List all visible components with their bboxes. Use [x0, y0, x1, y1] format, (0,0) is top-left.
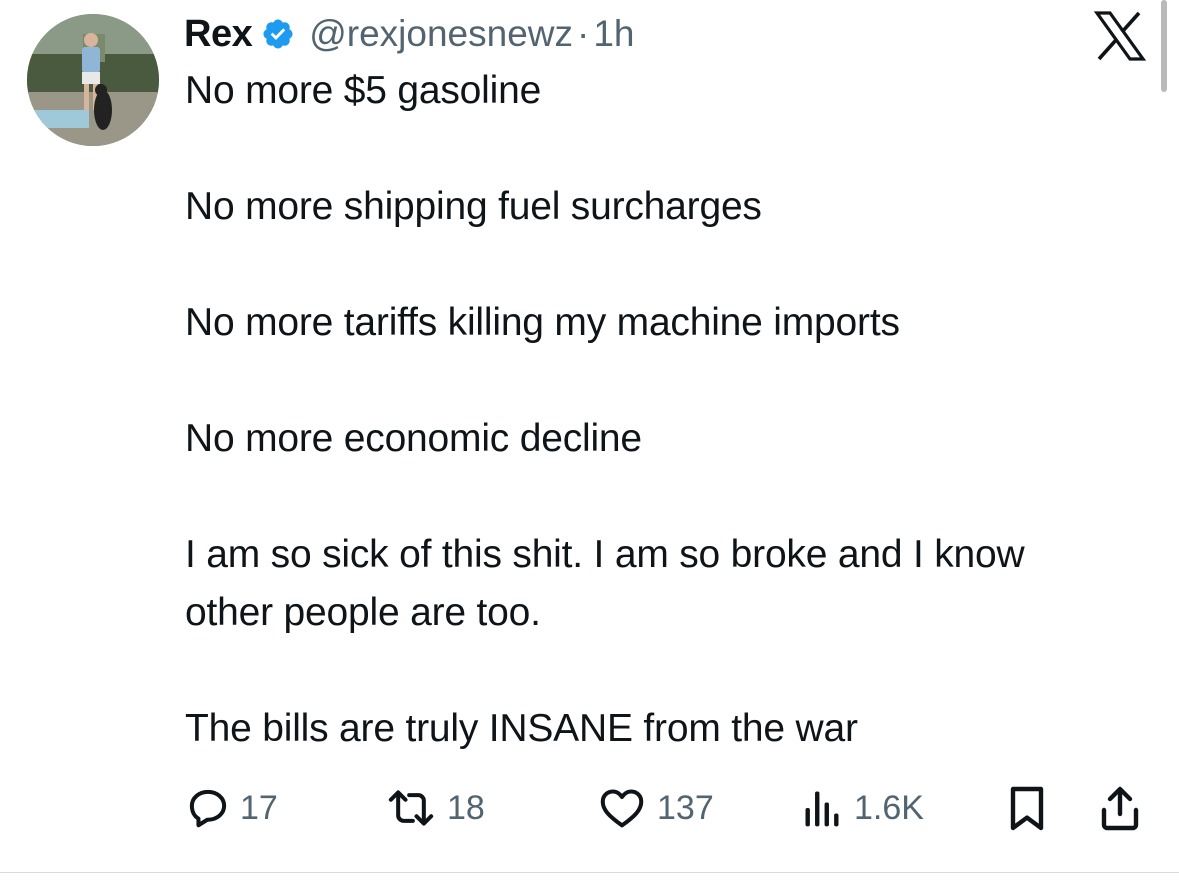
- tweet-header: Rex @rexjonesnewz · 1h: [184, 8, 635, 60]
- bookmark-icon: [1005, 784, 1049, 832]
- divider: [0, 872, 1179, 873]
- action-bar: 17 18 137 1.6K: [0, 778, 1179, 838]
- bar-chart-icon: [800, 786, 844, 830]
- views-count: 1.6K: [854, 788, 924, 827]
- author-handle[interactable]: @rexjonesnewz: [309, 13, 573, 55]
- views-button[interactable]: 1.6K: [800, 778, 924, 838]
- like-button[interactable]: 137: [597, 778, 714, 838]
- x-logo-icon[interactable]: [1093, 11, 1147, 66]
- tweet-text: No more $5 gasoline No more shipping fue…: [185, 62, 1125, 758]
- reply-count: 17: [240, 788, 278, 827]
- scrollbar[interactable]: [1161, 0, 1167, 92]
- tweet-line: No more tariffs killing my machine impor…: [185, 301, 900, 344]
- timestamp[interactable]: 1h: [593, 13, 634, 55]
- avatar[interactable]: [27, 14, 159, 146]
- reply-button[interactable]: 17: [186, 778, 278, 838]
- repost-button[interactable]: 18: [385, 778, 485, 838]
- like-count: 137: [657, 788, 714, 827]
- tweet-line: No more economic decline: [185, 417, 642, 460]
- verified-badge-icon: [261, 17, 295, 51]
- separator-dot: ·: [577, 13, 590, 54]
- tweet-line: I am so sick of this shit. I am so broke…: [185, 533, 1025, 634]
- author-name[interactable]: Rex: [184, 13, 253, 56]
- share-button[interactable]: [1098, 778, 1142, 838]
- bookmark-button[interactable]: [1005, 778, 1049, 838]
- repost-arrows-icon: [385, 786, 437, 830]
- tweet-line: No more shipping fuel surcharges: [185, 185, 762, 228]
- repost-count: 18: [447, 788, 485, 827]
- share-upload-icon: [1098, 784, 1142, 832]
- heart-icon: [597, 786, 647, 830]
- speech-bubble-icon: [186, 786, 230, 830]
- tweet-line: The bills are truly INSANE from the war: [185, 707, 858, 750]
- tweet-line: No more $5 gasoline: [185, 69, 542, 112]
